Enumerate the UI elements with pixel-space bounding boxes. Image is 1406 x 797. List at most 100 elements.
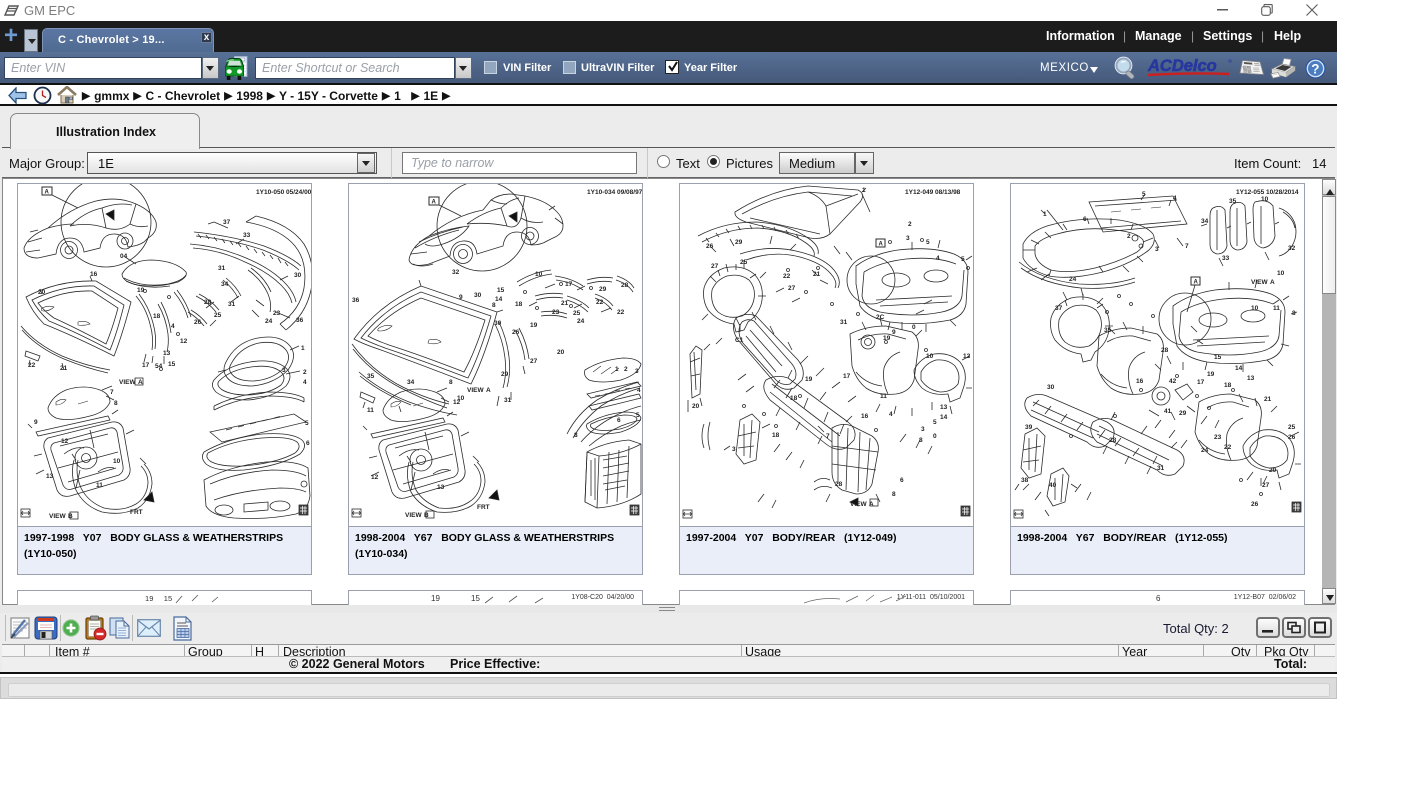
svg-text:7: 7 [1185, 243, 1189, 250]
svg-text:3: 3 [921, 426, 925, 433]
svg-text:16: 16 [861, 413, 869, 420]
svg-text:1Y10-050 05/24/00: 1Y10-050 05/24/00 [256, 189, 311, 196]
svg-text:7: 7 [110, 389, 114, 396]
svg-text:33: 33 [1222, 255, 1230, 262]
svg-text:26: 26 [1288, 434, 1296, 441]
svg-text:04: 04 [120, 253, 128, 260]
svg-text:2: 2 [908, 221, 912, 228]
svg-text:30: 30 [1047, 384, 1055, 391]
svg-text:29: 29 [599, 286, 607, 293]
svg-text:21: 21 [561, 300, 569, 307]
svg-text:0: 0 [933, 433, 937, 440]
svg-text:VIEW: VIEW [1251, 279, 1268, 286]
svg-text:2: 2 [624, 366, 628, 373]
svg-text:6: 6 [306, 440, 310, 447]
svg-text:14: 14 [1235, 365, 1243, 372]
svg-text:4: 4 [889, 411, 893, 418]
svg-text:17: 17 [843, 373, 851, 380]
svg-text:14: 14 [940, 414, 948, 421]
svg-text:28: 28 [1161, 347, 1169, 354]
svg-text:A: A [879, 242, 884, 248]
svg-text:2: 2 [303, 369, 307, 376]
svg-text:A: A [1194, 280, 1199, 286]
svg-text:30: 30 [474, 292, 482, 299]
svg-text:27: 27 [530, 358, 538, 365]
svg-text:13: 13 [163, 350, 171, 357]
svg-text:23: 23 [1214, 434, 1222, 441]
svg-text:34: 34 [407, 379, 415, 386]
svg-text:31: 31 [840, 319, 848, 326]
svg-text:18: 18 [772, 432, 780, 439]
svg-text:18: 18 [515, 301, 523, 308]
svg-text:VIEW: VIEW [467, 387, 484, 394]
svg-text:15: 15 [497, 287, 505, 294]
svg-text:8: 8 [892, 491, 896, 498]
svg-text:27: 27 [711, 263, 719, 270]
svg-text:18: 18 [1224, 382, 1232, 389]
svg-text:26: 26 [194, 319, 202, 326]
svg-text:21: 21 [1264, 396, 1272, 403]
svg-text:25: 25 [1288, 424, 1296, 431]
svg-text:A: A [1270, 279, 1275, 286]
svg-text:54: 54 [155, 363, 163, 370]
svg-text:19: 19 [1207, 371, 1215, 378]
svg-text:1Y12-049 08/13/98: 1Y12-049 08/13/98 [905, 189, 961, 196]
svg-text:5: 5 [305, 420, 309, 427]
svg-text:4: 4 [936, 255, 940, 262]
svg-text:4: 4 [303, 379, 307, 386]
svg-text:2: 2 [1127, 233, 1131, 240]
svg-text:VIEW: VIEW [119, 379, 136, 386]
svg-text:31: 31 [504, 397, 512, 404]
svg-text:39: 39 [1025, 424, 1033, 431]
svg-text:34: 34 [221, 281, 229, 288]
svg-text:25: 25 [214, 312, 222, 319]
svg-text:19: 19 [805, 376, 813, 383]
svg-text:A: A [486, 387, 491, 394]
svg-text:33: 33 [243, 232, 251, 239]
svg-text:34: 34 [1201, 218, 1209, 225]
svg-text:8: 8 [492, 302, 496, 309]
svg-text:36: 36 [352, 297, 360, 304]
svg-text:16: 16 [1136, 378, 1144, 385]
svg-text:20: 20 [557, 349, 565, 356]
svg-text:1Y10-034 09/08/97: 1Y10-034 09/08/97 [587, 189, 642, 196]
svg-text:20: 20 [692, 403, 700, 410]
svg-text:12: 12 [180, 338, 188, 345]
svg-text:15: 15 [168, 361, 176, 368]
svg-text:VIEW: VIEW [405, 512, 422, 519]
svg-text:10: 10 [1251, 305, 1259, 312]
svg-text:32: 32 [452, 269, 460, 276]
svg-text:9: 9 [34, 419, 38, 426]
svg-text:35: 35 [367, 373, 375, 380]
svg-text:5: 5 [933, 419, 937, 426]
svg-text:VIEW: VIEW [49, 513, 66, 520]
svg-text:26: 26 [512, 329, 520, 336]
svg-text:41: 41 [1164, 408, 1172, 415]
svg-text:1Y12-055 10/28/2014: 1Y12-055 10/28/2014 [1236, 189, 1299, 196]
svg-text:11: 11 [1273, 305, 1280, 312]
svg-text:23: 23 [552, 309, 560, 316]
svg-text:24: 24 [265, 318, 273, 325]
svg-text:16: 16 [90, 271, 98, 278]
svg-text:18: 18 [153, 313, 161, 320]
svg-text:8: 8 [114, 400, 118, 407]
svg-text:11: 11 [367, 407, 374, 414]
svg-text:10: 10 [113, 458, 121, 465]
svg-text:0: 0 [912, 324, 916, 331]
svg-text:17: 17 [1197, 379, 1205, 386]
svg-text:?: ? [1311, 62, 1319, 77]
svg-text:13: 13 [940, 404, 948, 411]
svg-text:4: 4 [1173, 195, 1177, 202]
svg-text:FRT: FRT [130, 509, 143, 516]
svg-text:14: 14 [495, 296, 503, 303]
svg-text:22: 22 [783, 273, 791, 280]
svg-text:29: 29 [1179, 410, 1187, 417]
svg-text:17: 17 [142, 362, 150, 369]
svg-text:40: 40 [1049, 482, 1057, 489]
svg-text:3: 3 [732, 446, 736, 453]
svg-text:A: A [45, 190, 50, 196]
svg-text:5: 5 [926, 239, 930, 246]
svg-text:10: 10 [1277, 270, 1285, 277]
svg-text:30: 30 [294, 272, 302, 279]
svg-text:A: A [432, 200, 437, 206]
